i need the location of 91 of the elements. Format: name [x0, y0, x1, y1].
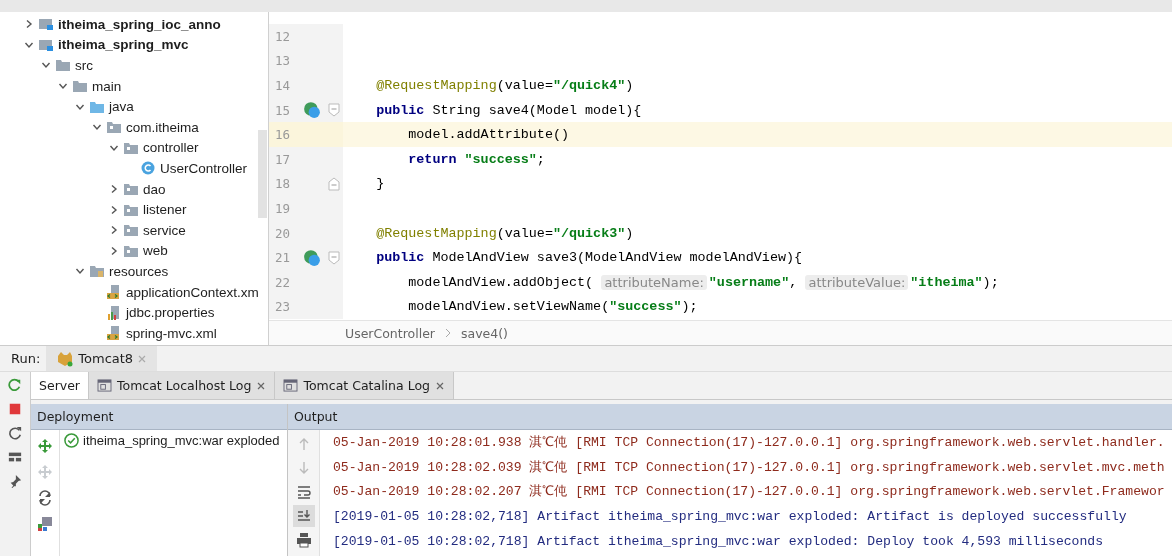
- package-icon: [123, 182, 139, 197]
- class-icon: [140, 161, 156, 176]
- deployment-item[interactable]: itheima_spring_mvc:war exploded: [83, 433, 280, 448]
- log-line: 05-Jan-2019 10:28:01.938 淇℃伅 [RMI TCP Connection(17)-127.0.0.1] org.springframework.web.servlet.handler.: [333, 434, 1166, 452]
- scroll-to-end-icon[interactable]: [295, 508, 312, 524]
- close-icon[interactable]: [434, 380, 445, 391]
- log-icon: [97, 379, 112, 392]
- tree-item[interactable]: main: [92, 78, 122, 94]
- log-icon: [283, 379, 299, 392]
- code-line: public ModelAndView save3(ModelAndView modelAndView){: [375, 250, 803, 266]
- tree-item[interactable]: com.itheima: [126, 119, 199, 135]
- panel-header: Deployment: [31, 404, 287, 430]
- sync-icon[interactable]: [37, 490, 53, 506]
- pin-icon[interactable]: [8, 474, 22, 488]
- tree-item[interactable]: applicationContext.xm: [126, 284, 259, 300]
- refresh-icon[interactable]: [8, 426, 22, 440]
- fold-marker-icon[interactable]: [328, 176, 340, 191]
- package-icon: [106, 120, 122, 135]
- print-icon[interactable]: [295, 532, 312, 548]
- code-line: }: [375, 176, 385, 192]
- stop-icon[interactable]: [8, 402, 22, 416]
- bean-icon[interactable]: [303, 248, 321, 267]
- line-number: 17: [274, 151, 292, 167]
- line-number: 22: [274, 274, 292, 290]
- tree-item[interactable]: service: [143, 222, 186, 238]
- fold-marker-icon[interactable]: [328, 103, 340, 118]
- tree-item[interactable]: web: [143, 243, 168, 259]
- line-number: 23: [274, 299, 292, 315]
- tree-item[interactable]: dao: [143, 181, 166, 197]
- module-icon: [38, 17, 54, 32]
- code-line: modelAndView.addObject( attributeName: "username", attributeValue: "itheima");: [407, 274, 999, 290]
- tree-item[interactable]: java: [109, 99, 134, 115]
- tab[interactable]: Server: [31, 372, 89, 399]
- line-number: 14: [274, 78, 292, 93]
- rerun-icon[interactable]: [8, 378, 22, 392]
- code-line: public String save4(Model model){: [375, 102, 642, 118]
- tree-item[interactable]: UserController: [160, 160, 248, 176]
- line-number: 15: [274, 102, 292, 118]
- log-line: 05-Jan-2019 10:28:02.207 淇℃伅 [RMI TCP Connection(17)-127.0.0.1] org.springframework.web.servlet.Framewor: [333, 483, 1166, 502]
- code-line: return "success";: [407, 151, 545, 167]
- line-number: 13: [274, 53, 292, 69]
- folder-icon: [55, 58, 71, 73]
- tree-item[interactable]: jdbc.properties: [126, 305, 215, 321]
- tree-item[interactable]: spring-mvc.xml: [126, 325, 217, 341]
- line-number: 21: [274, 250, 292, 266]
- tree-item[interactable]: listener: [143, 202, 187, 218]
- xml-file-icon: [106, 326, 122, 341]
- code-line: @RequestMapping(value="/quick4"): [375, 78, 634, 93]
- run-config-tab[interactable]: Tomcat8: [46, 346, 158, 371]
- breadcrumb-item[interactable]: save4(): [461, 325, 508, 341]
- line-number: 12: [274, 28, 292, 44]
- tree-item[interactable]: itheima_spring_ioc_anno: [58, 16, 221, 32]
- panel-header: Output: [288, 404, 1172, 430]
- code-line: @RequestMapping(value="/quick3"): [375, 225, 634, 241]
- module-icon: [38, 37, 54, 52]
- xml-file-icon: [106, 285, 122, 299]
- folder-icon: [89, 99, 105, 114]
- tree-item[interactable]: resources: [109, 263, 169, 279]
- code-line: model.addAttribute(): [407, 127, 569, 143]
- log-line: [2019-01-05 10:28:02,718] Artifact itheima_spring_mvc:war exploded: Deploy took 4,593 milliseconds: [333, 532, 1105, 551]
- tree-item[interactable]: itheima_spring_mvc: [58, 37, 189, 53]
- log-line: [2019-01-05 10:28:02,718] Artifact itheima_spring_mvc:war exploded: Artifact is deployed successfully: [333, 508, 1128, 527]
- code-line: modelAndView.setViewName("success");: [407, 299, 698, 315]
- bean-icon[interactable]: [303, 101, 321, 120]
- package-icon: [123, 202, 139, 217]
- line-number: 18: [274, 176, 292, 192]
- layout-icon[interactable]: [8, 450, 22, 464]
- tab[interactable]: Tomcat Catalina Log: [275, 372, 454, 399]
- tree-item[interactable]: src: [75, 58, 93, 73]
- deploy-icon[interactable]: [37, 438, 53, 454]
- log-line: 05-Jan-2019 10:28:02.039 淇℃伅 [RMI TCP Connection(17)-127.0.0.1] org.springframework.web.servlet.mvc.meth: [333, 458, 1166, 477]
- package-icon: [123, 223, 139, 238]
- soft-wrap-icon[interactable]: [295, 484, 312, 500]
- artifact-icon[interactable]: [37, 516, 53, 532]
- fold-marker-icon[interactable]: [328, 250, 340, 265]
- line-number: 19: [274, 200, 292, 216]
- properties-file-icon: [106, 305, 122, 320]
- tomcat-icon: [56, 350, 75, 367]
- resources-folder-icon: [89, 264, 105, 279]
- run-label: Run:: [10, 351, 42, 366]
- package-icon: [123, 140, 139, 155]
- scrollbar[interactable]: [258, 130, 267, 218]
- breadcrumb-item[interactable]: UserController: [345, 325, 435, 341]
- folder-icon: [72, 79, 88, 94]
- package-icon: [123, 243, 139, 258]
- line-number: 16: [274, 127, 292, 143]
- line-number: 20: [274, 225, 292, 241]
- tree-item[interactable]: controller: [143, 140, 199, 156]
- tab[interactable]: Tomcat Localhost Log: [89, 372, 276, 399]
- chevron-icon: [445, 328, 451, 338]
- close-icon[interactable]: [256, 380, 267, 391]
